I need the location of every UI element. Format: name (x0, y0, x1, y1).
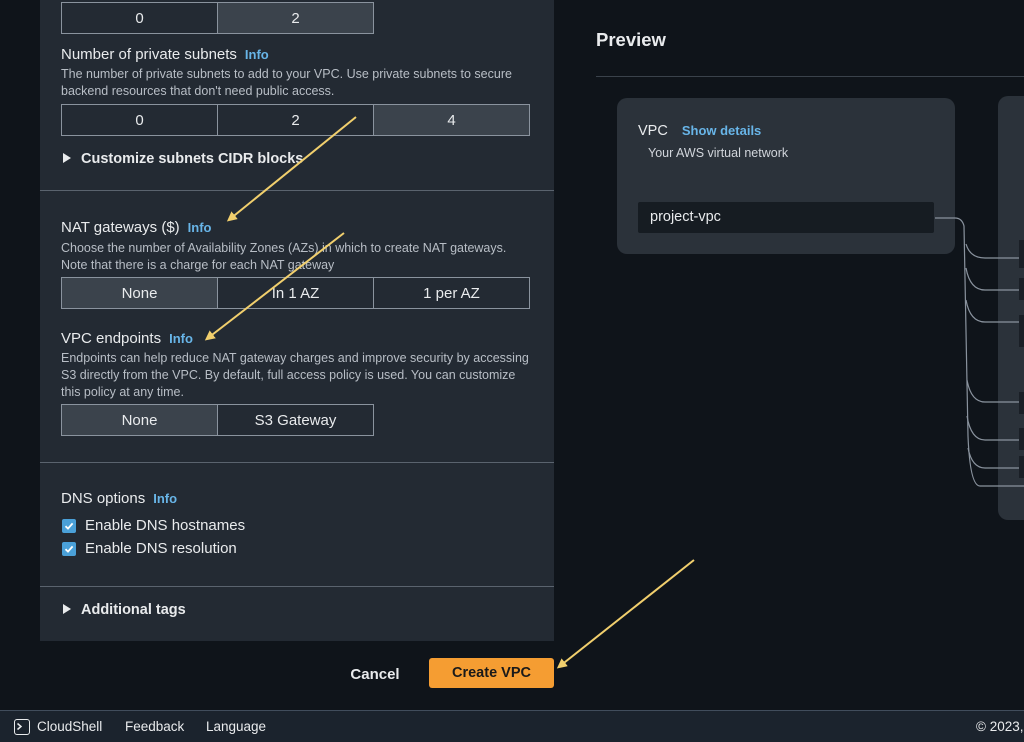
vpc-endpoints-description: Endpoints can help reduce NAT gateway ch… (61, 350, 533, 401)
dns-resolution-checkbox[interactable]: Enable DNS resolution (62, 540, 237, 557)
nat-option-per-az[interactable]: 1 per AZ (374, 278, 529, 308)
console-footer: CloudShell Feedback Language © 2023, (0, 710, 1024, 742)
nat-gateways-info-link[interactable]: Info (188, 220, 212, 235)
additional-tags-expander[interactable]: Additional tags (63, 602, 186, 618)
dns-options-info-link[interactable]: Info (153, 491, 177, 506)
nat-gateways-label: NAT gateways ($) Info (61, 219, 211, 236)
nat-option-1-az[interactable]: In 1 AZ (218, 278, 374, 308)
private-subnets-option-4[interactable]: 4 (374, 105, 529, 135)
subnets-preview-card (998, 96, 1024, 520)
caret-right-icon (63, 153, 71, 163)
checkmark-icon (62, 519, 76, 533)
private-subnets-selector: 0 2 4 (61, 104, 530, 136)
public-subnets-option-2[interactable]: 2 (218, 3, 373, 33)
nat-gateways-label-text: NAT gateways ($) (61, 219, 180, 236)
dns-options-label-text: DNS options (61, 490, 145, 507)
show-details-link[interactable]: Show details (682, 123, 761, 138)
section-divider (40, 586, 554, 587)
private-subnets-option-2[interactable]: 2 (218, 105, 374, 135)
checkmark-icon (62, 542, 76, 556)
vpc-endpoints-label: VPC endpoints Info (61, 330, 193, 347)
section-divider (40, 462, 554, 463)
copyright-text: © 2023, (976, 719, 1023, 734)
vpc-endpoints-label-text: VPC endpoints (61, 330, 161, 347)
cloudshell-link[interactable]: CloudShell (37, 719, 102, 734)
additional-tags-label: Additional tags (81, 602, 186, 618)
nat-option-none[interactable]: None (62, 278, 218, 308)
vpc-card-subtitle: Your AWS virtual network (648, 146, 788, 160)
customize-cidr-expander[interactable]: Customize subnets CIDR blocks (63, 151, 303, 167)
dns-resolution-label: Enable DNS resolution (85, 540, 237, 557)
vpc-name-box: project-vpc (638, 202, 934, 233)
terminal-icon[interactable] (14, 719, 30, 735)
nat-gateways-selector: None In 1 AZ 1 per AZ (61, 277, 530, 309)
endpoints-option-none[interactable]: None (62, 405, 218, 435)
private-subnets-label: Number of private subnets Info (61, 46, 269, 63)
section-divider (40, 190, 554, 191)
public-subnets-selector: 0 2 (61, 2, 374, 34)
vpc-card-label: VPC (638, 123, 668, 139)
customize-cidr-label: Customize subnets CIDR blocks (81, 151, 303, 167)
preview-title: Preview (596, 29, 666, 51)
private-subnets-label-text: Number of private subnets (61, 46, 237, 63)
create-vpc-button[interactable]: Create VPC (429, 658, 554, 688)
dns-options-label: DNS options Info (61, 490, 177, 507)
nat-gateways-description: Choose the number of Availability Zones … (61, 240, 531, 274)
preview-divider (596, 76, 1024, 77)
private-subnets-info-link[interactable]: Info (245, 47, 269, 62)
public-subnets-option-0[interactable]: 0 (62, 3, 218, 33)
vpc-endpoints-info-link[interactable]: Info (169, 331, 193, 346)
caret-right-icon (63, 604, 71, 614)
feedback-link[interactable]: Feedback (125, 719, 184, 734)
cancel-button[interactable]: Cancel (340, 660, 410, 688)
private-subnets-option-0[interactable]: 0 (62, 105, 218, 135)
vpc-card-header: VPC Show details (638, 123, 761, 139)
vpc-preview-card: VPC Show details Your AWS virtual network… (617, 98, 955, 254)
language-link[interactable]: Language (206, 719, 266, 734)
endpoints-option-s3-gateway[interactable]: S3 Gateway (218, 405, 373, 435)
dns-hostnames-checkbox[interactable]: Enable DNS hostnames (62, 517, 245, 534)
dns-hostnames-label: Enable DNS hostnames (85, 517, 245, 534)
private-subnets-description: The number of private subnets to add to … (61, 66, 531, 100)
vpc-endpoints-selector: None S3 Gateway (61, 404, 374, 436)
